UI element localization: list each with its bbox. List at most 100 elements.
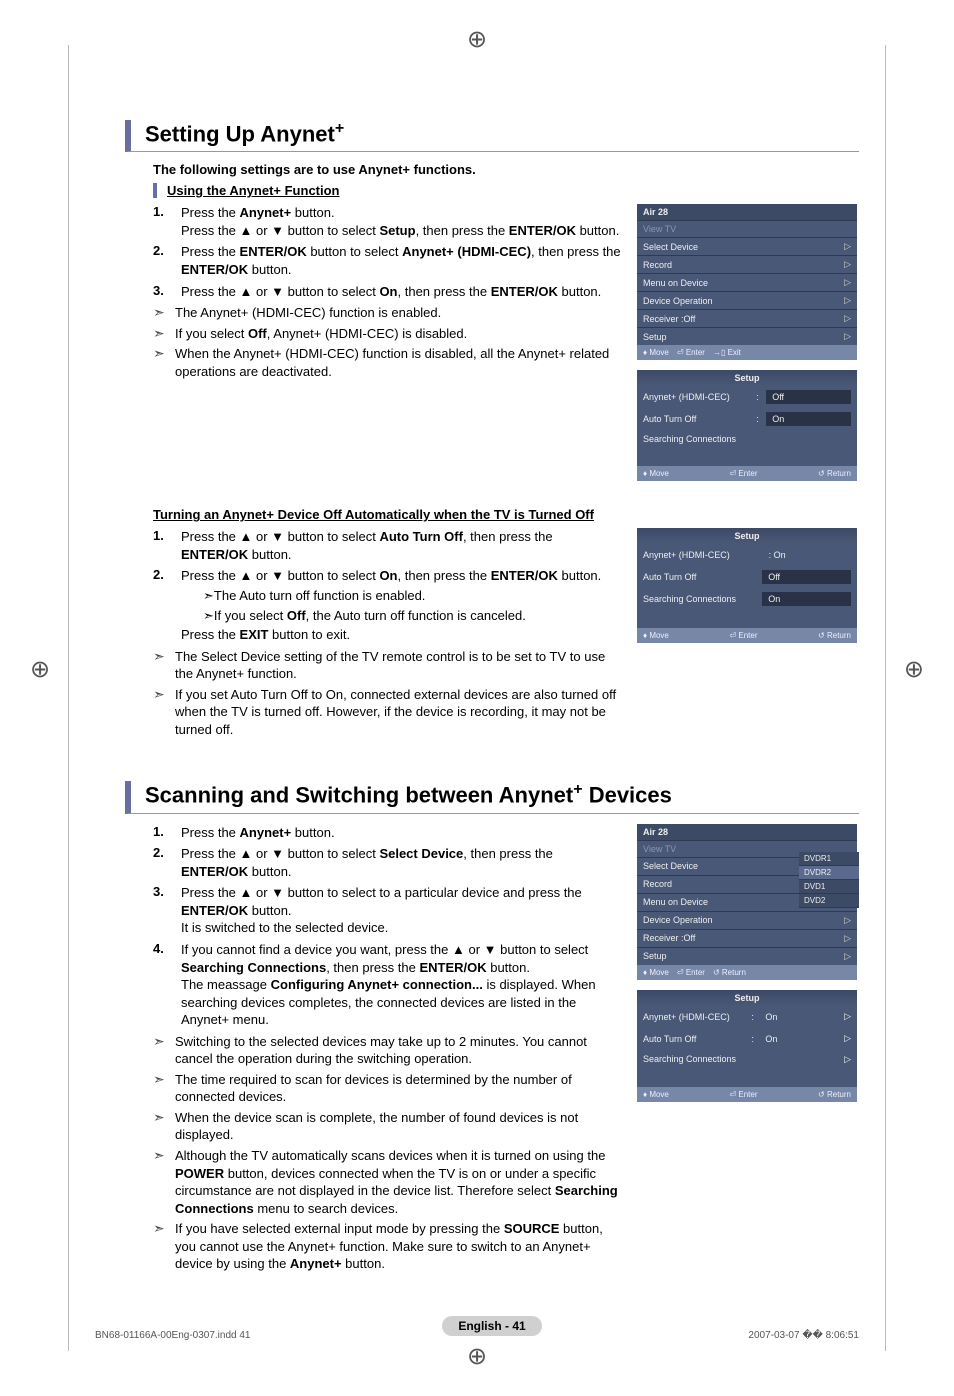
osd-row-value: Off <box>762 570 851 584</box>
steps-list-3: 1.Press the Anynet+ button. 2.Press the ▲… <box>153 824 623 1029</box>
step-tail: Press the EXIT button to exit. <box>181 626 623 644</box>
osd-row-label: Anynet+ (HDMI-CEC) <box>643 392 752 402</box>
note-body: If you have selected external input mode… <box>175 1220 623 1273</box>
osd-menu-item: View TV <box>637 220 857 237</box>
hint-enter: ⏎ Enter <box>677 348 705 357</box>
hint-return: ↺ Return <box>818 469 851 478</box>
osd-item-label: Receiver :Off <box>643 314 695 324</box>
step-number: 1. <box>153 204 181 239</box>
hint-move: ♦ Move <box>643 1090 669 1099</box>
arrow-icon: ➣ <box>153 648 175 683</box>
note-item: ➣When the device scan is complete, the n… <box>153 1109 623 1144</box>
osd-setup-row: Anynet+ (HDMI-CEC): On <box>637 544 857 566</box>
hint-exit: →▯ Exit <box>713 348 741 357</box>
note-body: If you select Off, Anynet+ (HDMI-CEC) is… <box>175 325 623 343</box>
hint-enter: ⏎ Enter <box>729 631 757 640</box>
osd-row-value: On <box>766 412 851 426</box>
step-body: Press the ▲ or ▼ button to select Auto T… <box>181 528 623 563</box>
osd-setup-row: Searching Connections <box>637 430 857 448</box>
osd-submenu-item: DVD2 <box>799 894 859 908</box>
note-item: ➣Switching to the selected devices may t… <box>153 1033 623 1068</box>
chevron-right-icon: ▷ <box>844 331 851 342</box>
osd-setup-row: Anynet+ (HDMI-CEC):On▷ <box>637 1006 857 1028</box>
registration-mark-right: ⊕ <box>904 655 924 684</box>
osd-footer: ♦ Move ⏎ Enter →▯ Exit <box>637 345 857 360</box>
osd-anynet-menu-devices: Air 28 View TVSelect Device▷Record▷Menu … <box>637 824 857 980</box>
subheading-using-function: Using the Anynet+ Function <box>153 183 859 198</box>
note-item: ➣The time required to scan for devices i… <box>153 1071 623 1106</box>
osd-header: Air 28 <box>637 824 857 840</box>
osd-row-label: Anynet+ (HDMI-CEC) <box>643 550 761 560</box>
osd-header: Setup <box>637 370 857 386</box>
registration-mark-left: ⊕ <box>30 655 50 684</box>
osd-menu-item: Receiver :Off▷ <box>637 309 857 327</box>
intro-text: The following settings are to use Anynet… <box>153 162 859 177</box>
sub-note: ➣If you select Off, the Auto turn off fu… <box>203 607 623 625</box>
hint-return: ↺ Return <box>818 631 851 640</box>
osd-anynet-menu: Air 28 View TVSelect Device▷Record▷Menu … <box>637 204 857 360</box>
osd-item-label: Receiver :Off <box>643 933 695 943</box>
step-number: 3. <box>153 884 181 937</box>
note-item: ➣The Select Device setting of the TV rem… <box>153 648 623 683</box>
osd-menu-item: Device Operation▷ <box>637 291 857 309</box>
step-number: 2. <box>153 243 181 278</box>
note-body: Switching to the selected devices may ta… <box>175 1033 623 1068</box>
osd-submenu-item: DVD1 <box>799 880 859 894</box>
step-number: 1. <box>153 528 181 563</box>
step-number: 2. <box>153 567 181 643</box>
chevron-right-icon: ▷ <box>844 259 851 270</box>
osd-footer: ♦ Move ⏎ Enter ↺ Return <box>637 466 857 481</box>
osd-row-label: Auto Turn Off <box>643 414 752 424</box>
osd-item-label: Device Operation <box>643 915 713 925</box>
hint-enter: ⏎ Enter <box>677 968 705 977</box>
osd-setup-3: Setup Anynet+ (HDMI-CEC):On▷Auto Turn Of… <box>637 990 857 1102</box>
arrow-icon: ➣ <box>153 304 175 322</box>
osd-row-label: Searching Connections <box>643 434 851 444</box>
step-item: 1.Press the ▲ or ▼ button to select Auto… <box>153 528 623 563</box>
osd-row-label: Anynet+ (HDMI-CEC) <box>643 1012 747 1022</box>
arrow-icon: ➣ <box>153 1033 175 1068</box>
step-body: Press the ▲ or ▼ button to select On, th… <box>181 283 623 301</box>
note-item: ➣If you select Off, Anynet+ (HDMI-CEC) i… <box>153 325 623 343</box>
chevron-right-icon: ▷ <box>844 295 851 306</box>
colon: : <box>756 414 762 424</box>
hint-move: ♦ Move <box>643 348 669 357</box>
step-body: Press the ▲ or ▼ button to select to a p… <box>181 884 623 937</box>
note-item: ➣If you have selected external input mod… <box>153 1220 623 1273</box>
step-number: 2. <box>153 845 181 880</box>
osd-row-value: On <box>761 1010 839 1024</box>
osd-setup-row: Searching Connections▷ <box>637 1050 857 1069</box>
note-item: ➣The Anynet+ (HDMI-CEC) function is enab… <box>153 304 623 322</box>
chevron-right-icon: ▷ <box>844 915 851 926</box>
note-body: If you select Off, the Auto turn off fun… <box>214 607 623 625</box>
notes-list-1: ➣The Anynet+ (HDMI-CEC) function is enab… <box>153 304 623 380</box>
step-item: 3.Press the ▲ or ▼ button to select On, … <box>153 283 623 301</box>
osd-menu-item: Menu on Device ▷ <box>637 273 857 291</box>
hint-return: ↺ Return <box>713 968 746 977</box>
osd-setup-row: Auto Turn Off:On▷ <box>637 1028 857 1050</box>
chevron-right-icon: ▷ <box>844 241 851 252</box>
osd-setup-row: Auto Turn Off: On <box>637 408 857 430</box>
arrow-icon: ➣ <box>153 345 175 380</box>
step-item: 3.Press the ▲ or ▼ button to select to a… <box>153 884 623 937</box>
osd-item-label: Select Device <box>643 242 698 252</box>
step-body: If you cannot find a device you want, pr… <box>181 941 623 1029</box>
step-item: 2.Press the ENTER/OK button to select An… <box>153 243 623 278</box>
step-item: 1.Press the Anynet+ button. <box>153 824 623 842</box>
osd-item-label: Menu on Device <box>643 278 708 288</box>
crop-line-left <box>68 45 69 1351</box>
note-item: ➣Although the TV automatically scans dev… <box>153 1147 623 1217</box>
notes-list-2: ➣The Select Device setting of the TV rem… <box>153 648 623 739</box>
osd-item-label: View TV <box>643 844 676 854</box>
arrow-icon: ➣ <box>153 1071 175 1106</box>
print-footer: BN68-01166A-00Eng-0307.indd 41 2007-03-0… <box>95 1330 859 1341</box>
osd-menu-item: Device Operation ▷ <box>637 911 857 929</box>
step-body: Press the ▲ or ▼ button to select On, th… <box>181 567 623 643</box>
osd-header: Setup <box>637 990 857 1006</box>
osd-footer: ♦ Move ⏎ Enter ↺ Return <box>637 628 857 643</box>
note-body: The time required to scan for devices is… <box>175 1071 623 1106</box>
note-body: If you set Auto Turn Off to On, connecte… <box>175 686 623 739</box>
osd-footer: ♦ Move ⏎ Enter ↺ Return <box>637 1087 857 1102</box>
osd-item-label: Record <box>643 879 672 889</box>
chevron-right-icon: ▷ <box>844 277 851 288</box>
